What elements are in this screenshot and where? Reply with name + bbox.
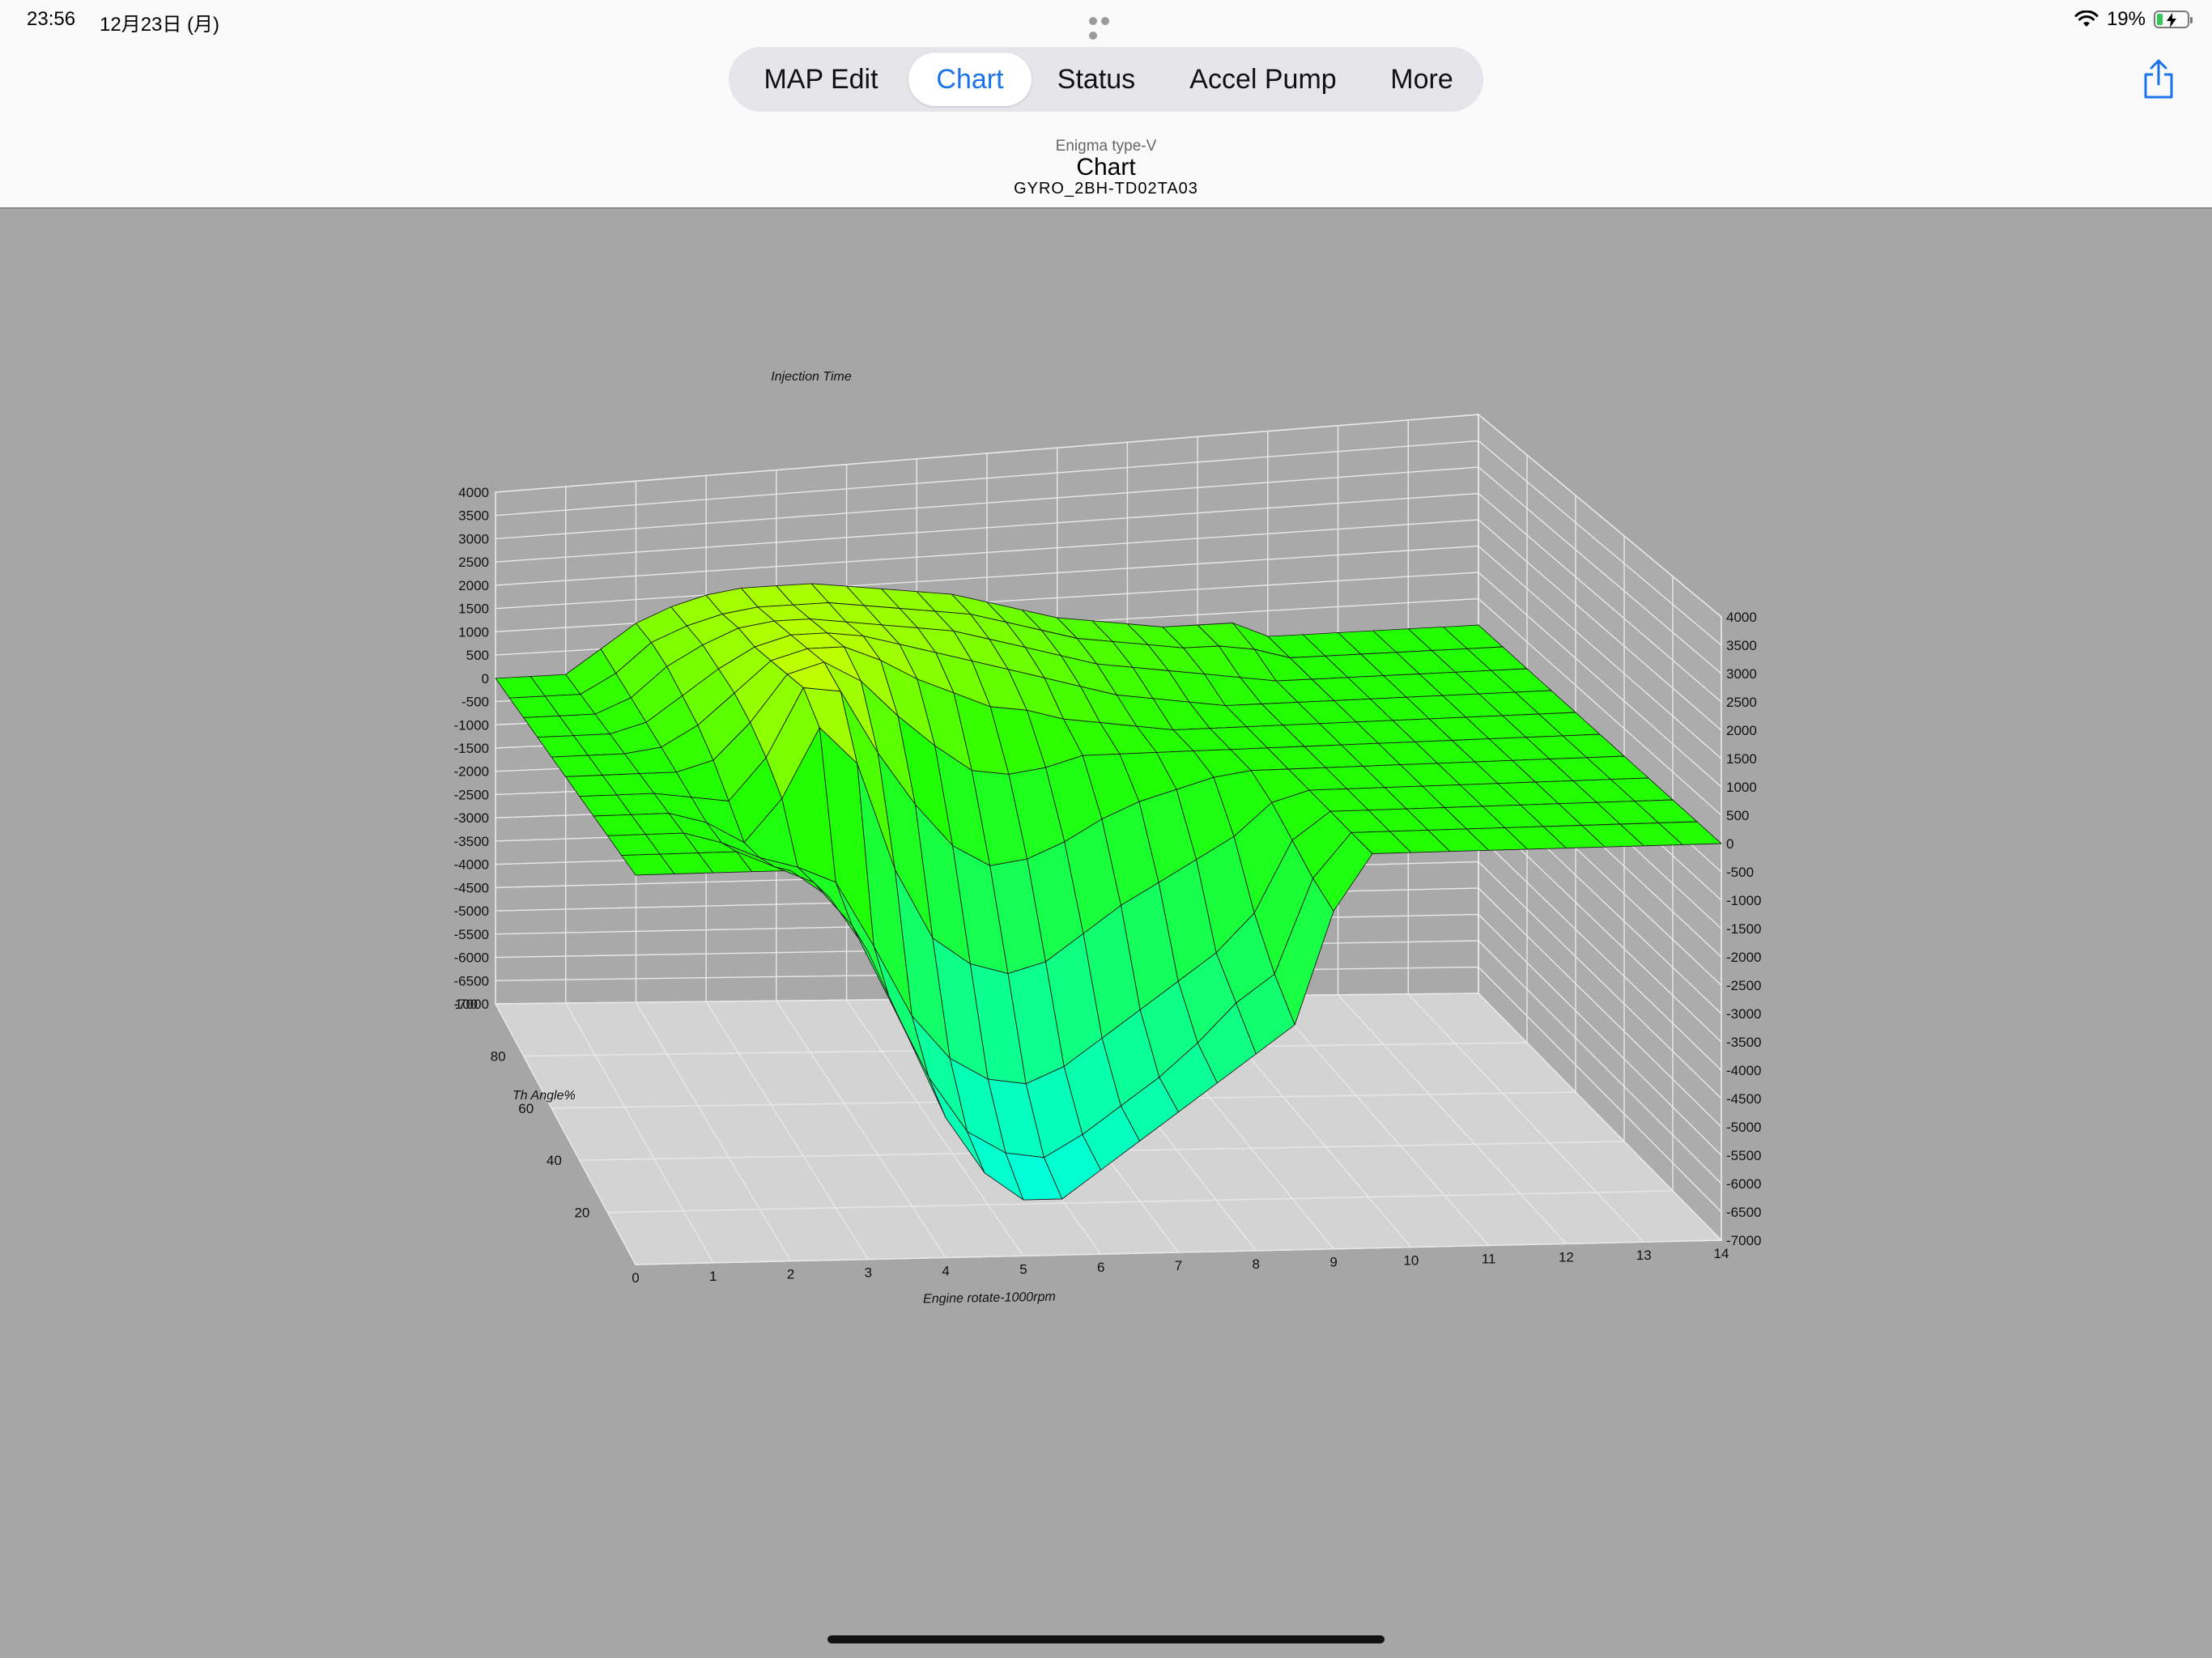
z-tick-label-right: 500 xyxy=(1726,808,1749,823)
x-tick-label: 4 xyxy=(942,1263,949,1278)
z-tick-label-left: -1500 xyxy=(454,741,489,756)
x-tick-label: 8 xyxy=(1253,1256,1260,1272)
z-tick-label-left: -6500 xyxy=(454,973,489,988)
z-tick-label-left: 0 xyxy=(482,671,489,687)
z-tick-label-left: 2500 xyxy=(458,555,489,570)
z-tick-label-right: 2500 xyxy=(1726,695,1757,710)
z-tick-label-left: -2500 xyxy=(454,787,489,802)
x-tick-label: 6 xyxy=(1097,1260,1104,1275)
z-tick-label-left: 4000 xyxy=(458,485,489,500)
z-tick-label-left: 3000 xyxy=(458,531,489,546)
z-tick-label-left: -3000 xyxy=(454,810,489,826)
z-tick-label-right: -5000 xyxy=(1726,1120,1761,1135)
z-tick-label-left: 3500 xyxy=(458,508,489,524)
z-tick-label-left: 2000 xyxy=(458,578,489,593)
z-tick-label-right: -2500 xyxy=(1726,978,1761,993)
y-tick-label: 80 xyxy=(491,1048,506,1064)
y-tick-label: 20 xyxy=(574,1205,589,1221)
x-tick-label: 5 xyxy=(1019,1261,1027,1277)
z-tick-label-right: -1000 xyxy=(1726,893,1761,908)
y-axis-label: Th Angle% xyxy=(513,1089,576,1103)
z-tick-label-left: -5500 xyxy=(454,927,489,942)
y-tick-label: 60 xyxy=(518,1101,534,1116)
z-tick-label-right: 3000 xyxy=(1726,666,1757,682)
x-tick-label: 7 xyxy=(1175,1258,1182,1273)
z-tick-label-right: 4000 xyxy=(1726,610,1757,625)
z-tick-label-right: -5500 xyxy=(1726,1148,1761,1163)
z-tick-label-left: -4500 xyxy=(454,880,489,895)
z-tick-label-left: -5000 xyxy=(454,903,489,919)
z-tick-label-left: -7000 xyxy=(454,997,489,1012)
z-tick-label-left: -4000 xyxy=(454,857,489,873)
z-tick-label-right: -6500 xyxy=(1726,1205,1761,1220)
x-tick-label: 11 xyxy=(1482,1251,1496,1266)
x-tick-label: 3 xyxy=(865,1265,872,1281)
z-tick-label-right: 1000 xyxy=(1726,780,1757,795)
z-tick-label-right: -3500 xyxy=(1726,1035,1761,1050)
y-tick-label: 40 xyxy=(547,1153,562,1168)
x-tick-label: 10 xyxy=(1403,1253,1419,1269)
z-tick-label-left: -6000 xyxy=(454,950,489,966)
z-tick-label-right: -2000 xyxy=(1726,950,1761,965)
x-tick-label: 0 xyxy=(632,1270,639,1286)
z-tick-label-right: -4500 xyxy=(1726,1091,1761,1107)
z-tick-label-left: 500 xyxy=(466,648,489,663)
z-tick-label-right: -4000 xyxy=(1726,1063,1761,1078)
z-tick-label-left: 1000 xyxy=(458,624,489,640)
z-tick-label-right: -7000 xyxy=(1726,1233,1761,1248)
x-tick-label: 2 xyxy=(787,1267,794,1282)
x-tick-label: 13 xyxy=(1636,1248,1652,1263)
x-tick-label: 1 xyxy=(709,1269,717,1284)
z-tick-label-right: 2000 xyxy=(1726,723,1757,738)
chart-title: Injection Time xyxy=(771,370,852,384)
z-tick-label-right: 3500 xyxy=(1726,638,1757,653)
x-tick-label: 12 xyxy=(1559,1249,1574,1265)
z-tick-label-right: -1500 xyxy=(1726,921,1761,937)
z-tick-label-left: -2000 xyxy=(454,764,489,780)
z-tick-label-left: -3500 xyxy=(454,834,489,849)
z-tick-label-left: -1000 xyxy=(454,717,489,733)
z-tick-label-right: -6000 xyxy=(1726,1176,1761,1192)
z-tick-label-left: -500 xyxy=(462,695,489,710)
z-tick-label-right: -500 xyxy=(1726,865,1754,880)
z-tick-label-right: 1500 xyxy=(1726,751,1757,767)
z-tick-label-left: 1500 xyxy=(458,602,489,617)
z-tick-label-right: -3000 xyxy=(1726,1006,1761,1022)
x-tick-label: 9 xyxy=(1329,1255,1337,1270)
x-axis-label: Engine rotate-1000rpm xyxy=(923,1290,1056,1307)
z-tick-label-right: 0 xyxy=(1726,836,1733,852)
surface-chart[interactable]: 0 1 2 3 4 5 6 7 8 9 10 11 12 13 1420406080100400035003… xyxy=(0,0,2212,1658)
home-indicator[interactable] xyxy=(827,1635,1385,1643)
